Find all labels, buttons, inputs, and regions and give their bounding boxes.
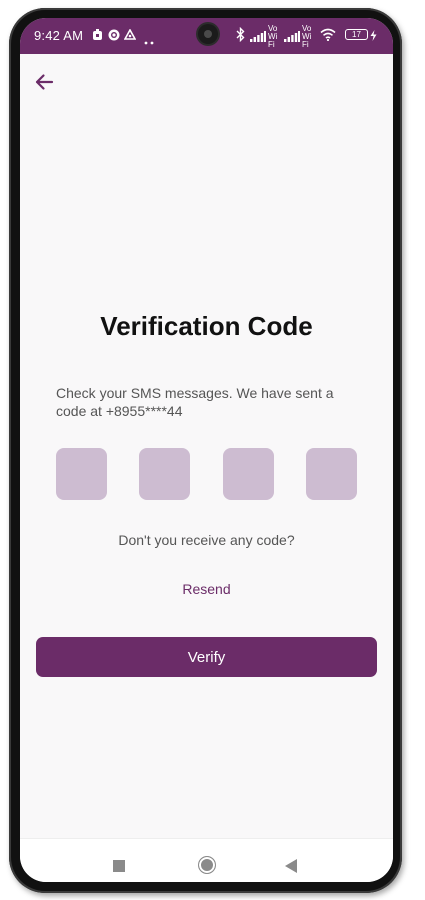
phone-frame: 9:42 AM Vo WiFi Vo WiFi 17 Verification …	[9, 8, 402, 893]
status-bar: 9:42 AM Vo WiFi Vo WiFi 17	[20, 18, 393, 54]
battery-icon: 17	[345, 29, 368, 40]
camera-cutout	[198, 24, 218, 44]
battery-level: 17	[352, 30, 361, 39]
verify-button[interactable]: Verify	[36, 637, 377, 677]
signal-icon	[284, 30, 300, 45]
more-dots-icon	[144, 33, 154, 48]
otp-digit-2[interactable]	[139, 448, 190, 500]
bluetooth-icon	[236, 26, 245, 45]
otp-digit-1[interactable]	[56, 448, 107, 500]
charging-icon	[370, 29, 377, 44]
back-button[interactable]	[30, 70, 58, 98]
notification-icon	[92, 29, 103, 44]
vowifi-icon: Vo WiFi	[302, 25, 316, 49]
no-code-hint: Don't you receive any code?	[118, 532, 295, 548]
whatsapp-icon	[108, 29, 120, 44]
verification-description: Check your SMS messages. We have sent a …	[56, 385, 334, 419]
home-icon[interactable]	[198, 856, 216, 874]
screen: 9:42 AM Vo WiFi Vo WiFi 17 Verification …	[20, 18, 393, 882]
vowifi-label: Vo WiFi	[302, 24, 312, 49]
verify-button-label: Verify	[187, 648, 226, 666]
otp-input-group	[56, 448, 358, 500]
signal-icon	[250, 30, 266, 45]
back-icon[interactable]	[285, 859, 297, 873]
otp-digit-3[interactable]	[223, 448, 274, 500]
page-title: Verification Code	[100, 311, 313, 341]
arrow-left-icon	[34, 73, 54, 96]
wifi-icon	[320, 28, 336, 44]
status-time: 9:42 AM	[34, 28, 84, 43]
system-nav-bar	[20, 838, 393, 882]
drive-icon	[123, 28, 137, 44]
vowifi-icon: Vo WiFi	[268, 25, 282, 49]
resend-link[interactable]: Resend	[20, 581, 393, 597]
vowifi-label: Vo WiFi	[268, 24, 278, 49]
otp-digit-4[interactable]	[306, 448, 357, 500]
recent-apps-icon[interactable]	[113, 860, 125, 872]
